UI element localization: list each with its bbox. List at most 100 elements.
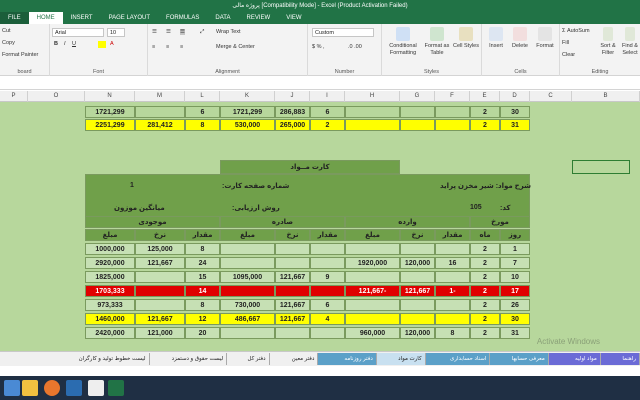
cut-button[interactable]: Cut xyxy=(2,28,11,34)
table-cell-out-rate[interactable]: 121,667 xyxy=(275,313,310,325)
table-cell-day[interactable]: 31 xyxy=(500,327,530,339)
font-color-icon[interactable]: A xyxy=(110,41,114,47)
table-cell-day[interactable]: 30 xyxy=(500,313,530,325)
format-painter-button[interactable]: Format Painter xyxy=(2,52,38,58)
table-cell-in-qty[interactable] xyxy=(435,313,470,325)
top-cell[interactable] xyxy=(400,119,435,131)
table-cell-in-amt[interactable] xyxy=(345,299,400,311)
top-cell[interactable]: 8 xyxy=(185,119,220,131)
delete-button[interactable]: Delete xyxy=(508,27,532,50)
tab-insert[interactable]: INSERT xyxy=(63,12,101,24)
wrap-text-button[interactable]: Wrap Text xyxy=(216,29,241,35)
table-cell-stock-rate[interactable] xyxy=(135,285,185,297)
tab-data[interactable]: DATA xyxy=(207,12,238,24)
tab-file[interactable]: FILE xyxy=(0,12,29,24)
table-cell-stock-rate[interactable]: 121,000 xyxy=(135,327,185,339)
table-cell-in-qty[interactable] xyxy=(435,243,470,255)
table-cell-stock-rate[interactable] xyxy=(135,271,185,283)
column-header-c[interactable]: C xyxy=(530,91,572,102)
table-cell-in-rate[interactable]: 120,000 xyxy=(400,327,435,339)
italic-button[interactable]: I xyxy=(64,41,66,47)
table-cell-out-amt[interactable]: 1095,000 xyxy=(220,271,275,283)
table-cell-in-amt[interactable] xyxy=(345,313,400,325)
table-cell-in-qty[interactable]: 1- xyxy=(435,285,470,297)
top-cell[interactable]: 2 xyxy=(470,119,500,131)
table-cell-stock-rate[interactable]: 121,667 xyxy=(135,313,185,325)
top-cell[interactable] xyxy=(345,106,400,118)
table-cell-in-amt[interactable]: 1920,000 xyxy=(345,257,400,269)
column-header-h[interactable]: H xyxy=(345,91,400,102)
table-cell-out-rate[interactable] xyxy=(275,243,310,255)
top-cell[interactable]: 6 xyxy=(185,106,220,118)
align-center-icon[interactable]: ≡ xyxy=(166,44,169,50)
sheet-tab-6[interactable]: دفتر معین xyxy=(269,353,319,365)
conditional-formatting-button[interactable]: Conditional Formatting xyxy=(384,27,422,57)
font-size-box[interactable]: 10 xyxy=(107,28,125,37)
sheet-tab-8[interactable]: لیست حقوق و دستمزد xyxy=(149,353,228,365)
table-cell-out-qty[interactable] xyxy=(310,285,345,297)
number-format-box[interactable]: Custom xyxy=(312,28,374,37)
column-header-i[interactable]: I xyxy=(310,91,345,102)
sheet-tab-5[interactable]: دفتر روزنامه xyxy=(318,353,377,365)
tab-formulas[interactable]: FORMULAS xyxy=(158,12,207,24)
table-cell-stock-amt[interactable]: 973,333 xyxy=(85,299,135,311)
table-cell-in-rate[interactable]: 121,667 xyxy=(400,285,435,297)
table-cell-month[interactable]: 2 xyxy=(470,271,500,283)
table-cell-stock-qty[interactable]: 12 xyxy=(185,313,220,325)
table-cell-out-amt[interactable] xyxy=(220,327,275,339)
table-cell-out-rate[interactable] xyxy=(275,285,310,297)
find-select-button[interactable]: Find & Select xyxy=(620,27,640,57)
table-cell-stock-qty[interactable]: 20 xyxy=(185,327,220,339)
top-cell[interactable]: 6 xyxy=(310,106,345,118)
table-cell-stock-amt[interactable]: 1703,333 xyxy=(85,285,135,297)
table-cell-out-rate[interactable]: 121,667 xyxy=(275,299,310,311)
column-header-g[interactable]: G xyxy=(400,91,435,102)
currency-icon[interactable]: $ % , xyxy=(312,44,325,50)
table-cell-out-qty[interactable]: 9 xyxy=(310,271,345,283)
table-cell-in-amt[interactable] xyxy=(345,271,400,283)
table-cell-day[interactable]: 10 xyxy=(500,271,530,283)
table-cell-stock-qty[interactable]: 15 xyxy=(185,271,220,283)
column-header-k[interactable]: K xyxy=(220,91,275,102)
format-as-table-button[interactable]: Format as Table xyxy=(422,27,452,57)
table-cell-out-qty[interactable]: 6 xyxy=(310,299,345,311)
sheet-tab-7[interactable]: دفتر کل xyxy=(227,353,270,365)
media-player-icon[interactable] xyxy=(66,380,82,396)
column-header-f[interactable]: F xyxy=(435,91,470,102)
align-left-icon[interactable]: ≡ xyxy=(152,44,155,50)
top-cell[interactable] xyxy=(435,119,470,131)
top-cell[interactable]: 265,000 xyxy=(275,119,310,131)
table-cell-day[interactable]: 1 xyxy=(500,243,530,255)
table-cell-out-qty[interactable] xyxy=(310,243,345,255)
table-cell-in-rate[interactable] xyxy=(400,243,435,255)
column-header-n[interactable]: N xyxy=(85,91,135,102)
top-cell[interactable]: 2 xyxy=(470,106,500,118)
table-cell-in-rate[interactable] xyxy=(400,313,435,325)
table-cell-out-qty[interactable]: 4 xyxy=(310,313,345,325)
table-cell-out-rate[interactable]: 121,667 xyxy=(275,271,310,283)
align-middle-icon[interactable]: ☰ xyxy=(166,29,171,35)
table-cell-month[interactable]: 2 xyxy=(470,285,500,297)
tab-review[interactable]: REVIEW xyxy=(239,12,279,24)
table-cell-out-rate[interactable] xyxy=(275,257,310,269)
table-cell-stock-qty[interactable]: 24 xyxy=(185,257,220,269)
tab-view[interactable]: VIEW xyxy=(278,12,309,24)
column-header-o[interactable]: O xyxy=(28,91,85,102)
table-cell-month[interactable]: 2 xyxy=(470,257,500,269)
table-cell-in-rate[interactable] xyxy=(400,271,435,283)
table-cell-out-qty[interactable] xyxy=(310,257,345,269)
column-header-m[interactable]: M xyxy=(135,91,185,102)
column-header-j[interactable]: J xyxy=(275,91,310,102)
column-header-p[interactable]: P xyxy=(0,91,28,102)
font-name-box[interactable]: Arial xyxy=(52,28,104,37)
worksheet[interactable]: کارت مــواد شرح مواد: شیر مخزن پراید شما… xyxy=(0,102,640,351)
table-cell-in-amt[interactable]: 960,000 xyxy=(345,327,400,339)
autosum-button[interactable]: Σ AutoSum xyxy=(562,28,590,34)
top-cell[interactable]: 1721,299 xyxy=(85,106,135,118)
align-right-icon[interactable]: ≡ xyxy=(180,44,183,50)
sheet-tab-0[interactable]: راهنما xyxy=(600,353,640,365)
table-cell-stock-amt[interactable]: 1825,000 xyxy=(85,271,135,283)
sheet-tab-4[interactable]: کارت مواد xyxy=(376,353,426,365)
table-cell-out-amt[interactable]: 730,000 xyxy=(220,299,275,311)
top-cell[interactable]: 281,412 xyxy=(135,119,185,131)
